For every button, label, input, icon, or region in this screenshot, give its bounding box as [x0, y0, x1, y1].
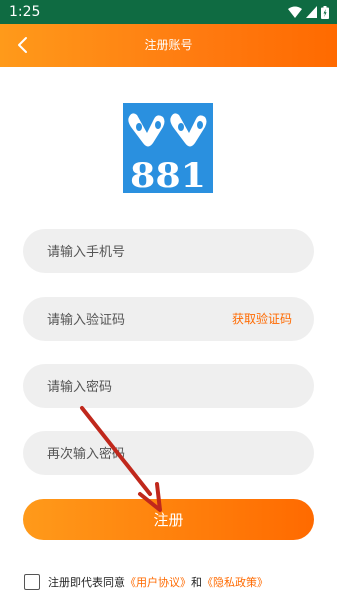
- privacy-policy-link[interactable]: 《隐私政策》: [202, 574, 268, 590]
- agree-checkbox[interactable]: [24, 574, 40, 590]
- verification-code-input[interactable]: [45, 297, 229, 343]
- password-field: [23, 364, 314, 410]
- phone-field: [23, 229, 314, 275]
- register-button[interactable]: 注册: [23, 499, 314, 540]
- agreement-row: 注册即代表同意 《用户协议》 和 《隐私政策》: [24, 573, 268, 591]
- wifi-icon: [288, 6, 302, 18]
- status-bar: 1:25: [0, 0, 337, 24]
- phone-input[interactable]: [45, 229, 229, 275]
- confirm-password-field: [23, 431, 314, 477]
- user-agreement-link[interactable]: 《用户协议》: [125, 574, 191, 590]
- logo-text: 881: [130, 156, 206, 193]
- get-code-button[interactable]: 获取验证码: [232, 297, 292, 341]
- app-bar: 注册账号: [0, 24, 337, 67]
- agreement-prefix: 注册即代表同意: [48, 576, 125, 589]
- signal-icon: [306, 6, 317, 18]
- app-logo: 881: [123, 103, 213, 193]
- code-field: 获取验证码: [23, 297, 314, 343]
- confirm-password-input[interactable]: [45, 431, 229, 477]
- page-title: 注册账号: [144, 38, 193, 52]
- status-time: 1:25: [9, 4, 41, 20]
- battery-icon: [321, 5, 329, 19]
- status-icons: [288, 4, 329, 20]
- agreement-conjunction: 和: [191, 576, 202, 589]
- password-input[interactable]: [45, 364, 229, 410]
